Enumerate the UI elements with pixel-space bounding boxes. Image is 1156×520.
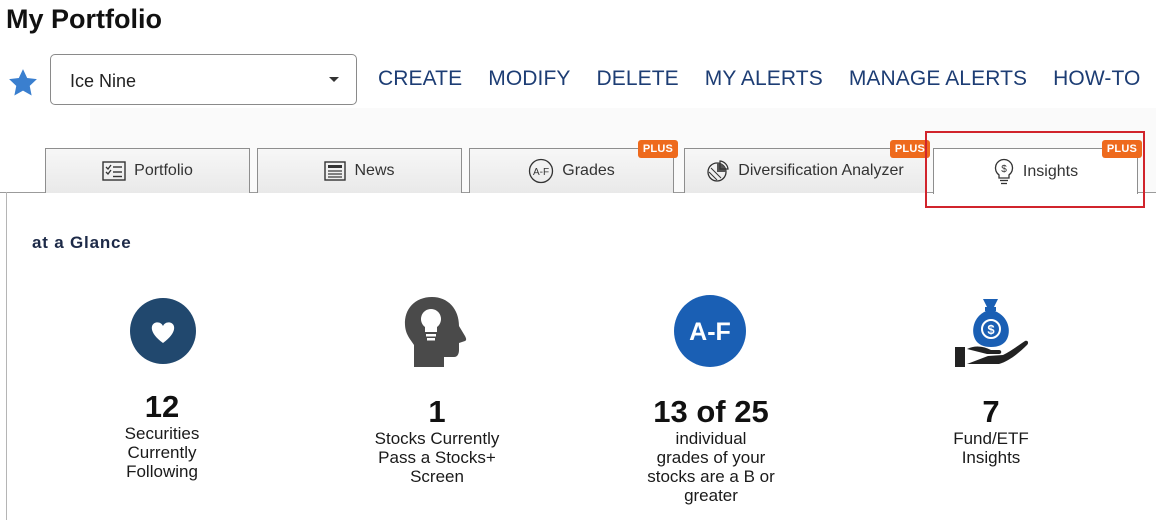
glance-card-following: 12 Securities Currently Following xyxy=(81,389,243,481)
screen-pass-count: 1 xyxy=(428,394,446,429)
pie-chart-icon xyxy=(706,159,730,183)
heart-circle-icon xyxy=(130,298,196,364)
tab-label: Diversification Analyzer xyxy=(738,162,904,179)
af-grade-text: A-F xyxy=(689,318,731,346)
tab-label: Grades xyxy=(562,162,615,179)
tab-news[interactable]: News xyxy=(257,148,462,193)
grades-count: 13 of 25 xyxy=(653,394,769,429)
plus-badge: PLUS xyxy=(889,140,930,158)
lightbulb-dollar-icon: $ xyxy=(993,158,1015,186)
following-label: Securities Currently Following xyxy=(124,424,200,481)
plus-badge: PLUS xyxy=(637,140,678,158)
how-to-link[interactable]: HOW-TO xyxy=(1053,67,1140,91)
af-grade-circle-icon: A-F xyxy=(674,295,746,367)
svg-text:A-F: A-F xyxy=(533,167,549,178)
tab-label: Insights xyxy=(1022,162,1079,180)
tab-insights[interactable]: $ Insights PLUS xyxy=(933,140,1142,194)
tab-diversification-analyzer[interactable]: Diversification Analyzer PLUS xyxy=(684,140,930,193)
favorite-star-icon[interactable] xyxy=(6,66,40,100)
content-left-border xyxy=(6,192,7,520)
newspaper-icon xyxy=(324,161,347,181)
delete-link[interactable]: DELETE xyxy=(597,67,679,91)
grades-label: individual grades of your stocks are a B… xyxy=(647,429,775,505)
plus-badge: PLUS xyxy=(1101,140,1142,158)
fund-insights-label: Fund/ETF Insights xyxy=(953,429,1029,467)
portfolio-select-value: Ice Nine xyxy=(70,71,137,91)
create-link[interactable]: CREATE xyxy=(378,67,462,91)
glance-card-screen: 1 Stocks Currently Pass a Stocks+ Screen xyxy=(353,394,521,486)
chevron-down-icon xyxy=(329,77,339,82)
money-bag-hand-icon: $ xyxy=(955,299,1029,367)
modify-link[interactable]: MODIFY xyxy=(488,67,570,91)
section-title: at a Glance xyxy=(32,233,132,252)
checklist-icon xyxy=(102,161,126,181)
tab-label: Portfolio xyxy=(134,162,193,179)
tab-grades[interactable]: A-F Grades PLUS xyxy=(469,140,678,193)
svg-text:$: $ xyxy=(987,322,995,337)
page-title: My Portfolio xyxy=(6,4,162,34)
tab-portfolio[interactable]: Portfolio xyxy=(45,148,250,193)
manage-alerts-link[interactable]: MANAGE ALERTS xyxy=(849,67,1027,91)
svg-text:$: $ xyxy=(1001,164,1007,175)
glance-card-grades: 13 of 25 individual grades of your stock… xyxy=(621,394,801,505)
following-count: 12 xyxy=(144,389,180,424)
my-alerts-link[interactable]: MY ALERTS xyxy=(705,67,823,91)
portfolio-select[interactable]: Ice Nine xyxy=(50,54,357,105)
fund-insights-count: 7 xyxy=(982,394,1000,429)
portfolio-actions-nav: CREATE MODIFY DELETE MY ALERTS MANAGE AL… xyxy=(378,67,1140,91)
glance-card-fund-insights: 7 Fund/ETF Insights xyxy=(911,394,1071,467)
screen-pass-label: Stocks Currently Pass a Stocks+ Screen xyxy=(374,429,500,486)
grades-af-icon: A-F xyxy=(528,158,554,184)
head-lightbulb-icon xyxy=(404,297,467,367)
tab-label: News xyxy=(354,162,395,179)
